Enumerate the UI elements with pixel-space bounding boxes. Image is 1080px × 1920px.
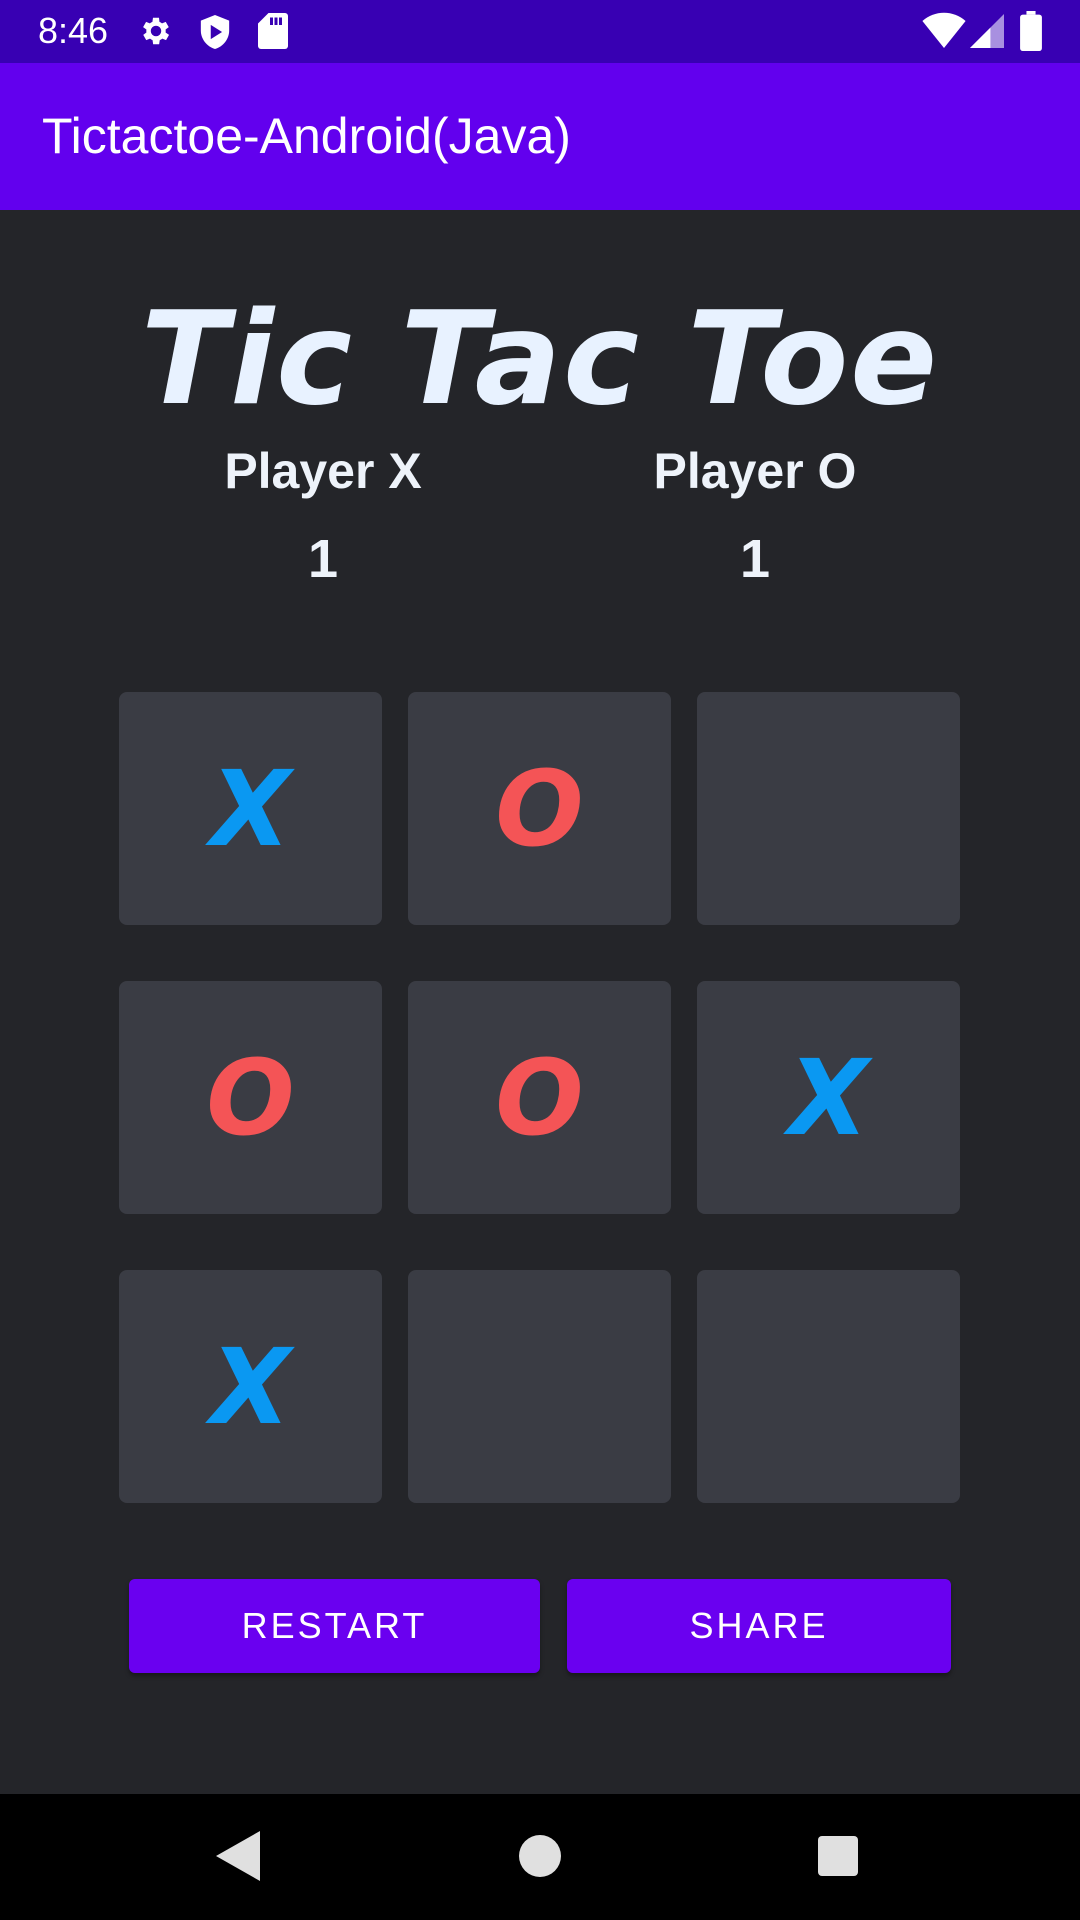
recents-icon[interactable] [818,1836,858,1881]
app-title: Tictactoe-Android(Java) [42,108,571,164]
board-cell-2-1[interactable] [408,1270,671,1503]
x-mark: X [210,747,291,870]
back-icon[interactable] [216,1831,260,1886]
navigation-bar [0,1794,1080,1920]
o-mark: O [495,747,584,870]
board-cell-1-0[interactable]: O [119,981,382,1214]
sd-card-icon [258,13,288,54]
gear-icon [138,13,174,54]
x-mark: X [210,1325,291,1448]
status-bar: 8:46 [0,0,1080,63]
game-screen: Tic Tac Toe Player X Player O 1 1 X O O … [0,210,1080,1794]
player-x-score: 1 [307,529,339,589]
board-cell-0-0[interactable]: X [119,692,382,925]
o-mark: O [206,1036,295,1159]
status-time: 8:46 [38,10,109,51]
player-o-label: Player O [653,443,857,499]
battery-icon [1020,11,1042,56]
player-x-label: Player X [224,443,422,499]
board-cell-2-0[interactable]: X [119,1270,382,1503]
board-cell-1-1[interactable]: O [408,981,671,1214]
restart-button[interactable]: RESTART [129,1579,540,1673]
o-mark: O [495,1036,584,1159]
home-icon[interactable] [519,1835,561,1882]
game-title: Tic Tac Toe [140,285,940,434]
signal-icon [970,14,1004,53]
x-mark: X [788,1036,869,1159]
player-o-score: 1 [739,529,771,589]
board-cell-1-2[interactable]: X [697,981,960,1214]
shield-play-icon [198,13,232,56]
board-cell-2-2[interactable] [697,1270,960,1503]
wifi-icon [922,12,966,53]
board-cell-0-1[interactable]: O [408,692,671,925]
board-cell-0-2[interactable] [697,692,960,925]
share-button[interactable]: SHARE [567,1579,951,1673]
app-bar: Tictactoe-Android(Java) [0,63,1080,210]
